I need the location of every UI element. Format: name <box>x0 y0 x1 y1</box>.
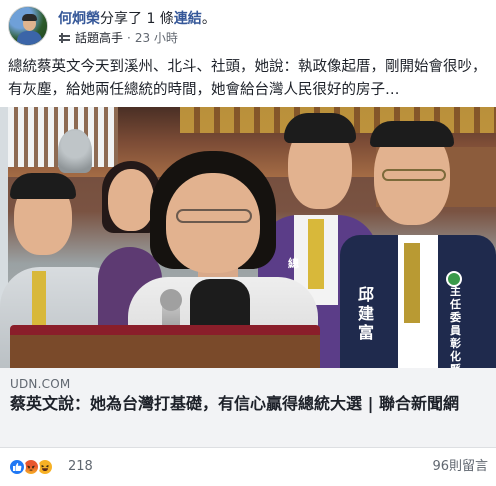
post-footer: 218 96則留言 <box>8 452 488 480</box>
post-attribution: 何炯榮分享了 1 條連結。 <box>58 10 216 28</box>
action-end: 。 <box>201 11 216 27</box>
meta-separator: · <box>127 31 131 45</box>
post-text: 總統蔡英文今天到溪州、北斗、社頭，她說：執政像起厝，剛開始會很吵，有灰塵，給她兩… <box>8 59 487 98</box>
topic-badge-icon <box>58 33 71 44</box>
reaction-icons[interactable] <box>8 458 54 476</box>
like-icon[interactable] <box>8 458 26 476</box>
link-domain: UDN.COM <box>10 377 71 391</box>
post-meta: 話題高手 · 23 小時 <box>58 31 178 46</box>
link-title[interactable]: 蔡英文說：她為台灣打基礎，有信心贏得總統大選 | 聯合新聞網 <box>10 394 486 414</box>
vest-name-text: 邱建富 <box>358 285 375 342</box>
post-timestamp[interactable]: 23 小時 <box>135 31 178 46</box>
comment-count[interactable]: 96則留言 <box>432 459 488 475</box>
topic-badge-label[interactable]: 話題高手 <box>75 31 123 46</box>
link-preview-card[interactable]: UDN.COM 蔡英文說：她為台灣打基礎，有信心贏得總統大選 | 聯合新聞網 <box>0 368 496 448</box>
share-action-text: 分享了 1 條 <box>100 11 174 27</box>
author-avatar[interactable] <box>8 6 48 46</box>
vest-title-text: 主任委員彰化縣黨 <box>450 285 461 368</box>
reaction-count[interactable]: 218 <box>68 459 93 475</box>
link-word[interactable]: 連結 <box>174 11 202 27</box>
author-name[interactable]: 何炯榮 <box>58 11 100 27</box>
avatar-hair <box>22 14 37 21</box>
link-preview-image[interactable]: 總 邱建富 主任委員彰化縣黨 <box>0 107 496 368</box>
podium <box>10 325 320 368</box>
avatar-body <box>17 31 42 45</box>
person-vest: 邱建富 主任委員彰化縣黨 <box>340 121 496 368</box>
post-header: 何炯榮分享了 1 條連結。 話題高手 · 23 小時 <box>8 6 488 50</box>
